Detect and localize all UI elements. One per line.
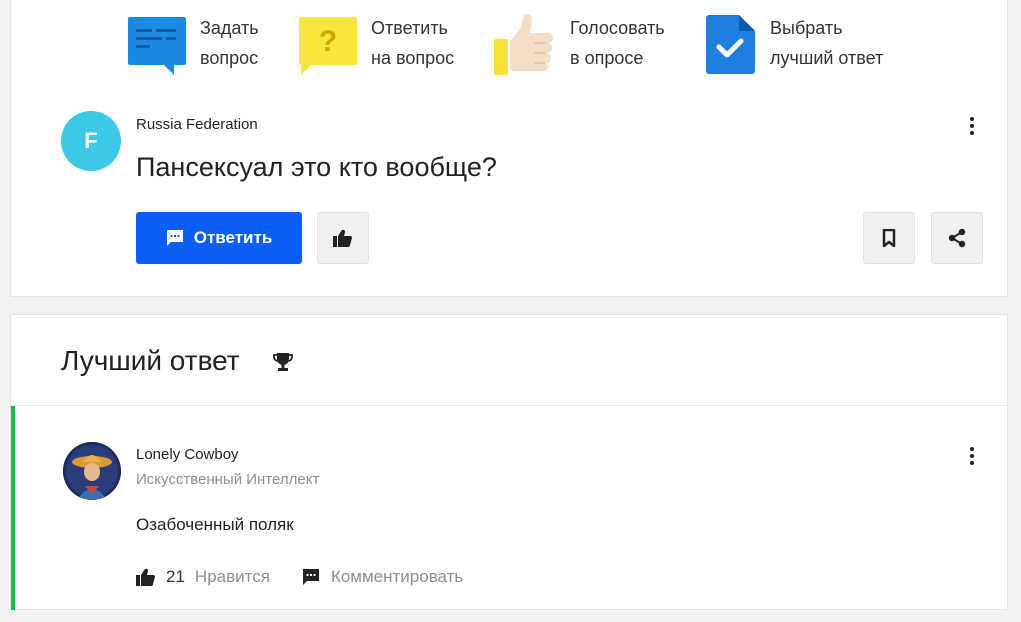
answer-question-icon: ?: [297, 13, 359, 75]
svg-text:?: ?: [319, 25, 337, 58]
comment-label: Комментировать: [330, 567, 464, 586]
bookmark-icon: [882, 229, 896, 247]
feature-label-line1: Голосовать: [570, 18, 665, 38]
question-author[interactable]: Russia Federation: [136, 116, 258, 133]
feature-vote-poll[interactable]: Голосовать в опросе: [494, 13, 720, 75]
thumbs-up-icon[interactable]: [136, 568, 156, 586]
feature-label-line1: Выбрать: [770, 18, 843, 38]
question-title: Пансексуал это кто вообще?: [136, 152, 497, 182]
like-link[interactable]: Нравится: [195, 567, 270, 587]
answer-author[interactable]: Lonely Cowboy: [136, 446, 239, 463]
answer-author-rank: Искусственный Интеллект: [136, 471, 320, 488]
comment-icon: [166, 230, 183, 246]
best-answer-card: Лучший ответ Lonely Cowboy Искусственный…: [10, 314, 1008, 610]
best-answer: Lonely Cowboy Искусственный Интеллект Оз…: [11, 406, 1007, 610]
more-options-icon[interactable]: [962, 114, 982, 138]
thumbs-up-icon: [333, 229, 352, 247]
answer-button[interactable]: Ответить: [136, 212, 302, 264]
answer-actions: 21 Нравится Комментировать: [136, 567, 463, 587]
features-strip: Задать вопрос ? Ответить на вопрос Голос…: [10, 0, 1008, 87]
bookmark-button[interactable]: [863, 212, 915, 264]
feature-answer-question[interactable]: ? Ответить на вопрос: [297, 13, 521, 75]
feature-choose-best-answer[interactable]: Выбрать лучший ответ: [705, 13, 920, 75]
avatar[interactable]: F: [61, 111, 121, 171]
share-icon: [948, 228, 966, 248]
like-question-button[interactable]: [317, 212, 369, 264]
comment-icon: [302, 569, 319, 585]
more-options-icon[interactable]: [962, 444, 982, 468]
thumbs-up-poll-icon: [494, 13, 556, 75]
best-answer-check-icon: [705, 13, 757, 75]
share-button[interactable]: [931, 212, 983, 264]
answer-text: Озабоченный поляк: [136, 515, 294, 534]
comment-link[interactable]: Комментировать: [302, 567, 463, 587]
answer-button-label: Ответить: [193, 228, 273, 247]
trophy-icon: [273, 353, 293, 371]
feature-label-line2: лучший ответ: [770, 48, 884, 68]
likes-count: 21: [166, 567, 185, 586]
avatar[interactable]: [63, 442, 121, 500]
best-answer-heading: Лучший ответ: [61, 345, 240, 376]
best-answer-header: Лучший ответ: [11, 315, 1007, 406]
question-card: F Russia Federation Пансексуал это кто в…: [10, 86, 1008, 297]
ask-question-icon: [126, 13, 188, 75]
feature-label-line2: в опросе: [570, 48, 644, 68]
